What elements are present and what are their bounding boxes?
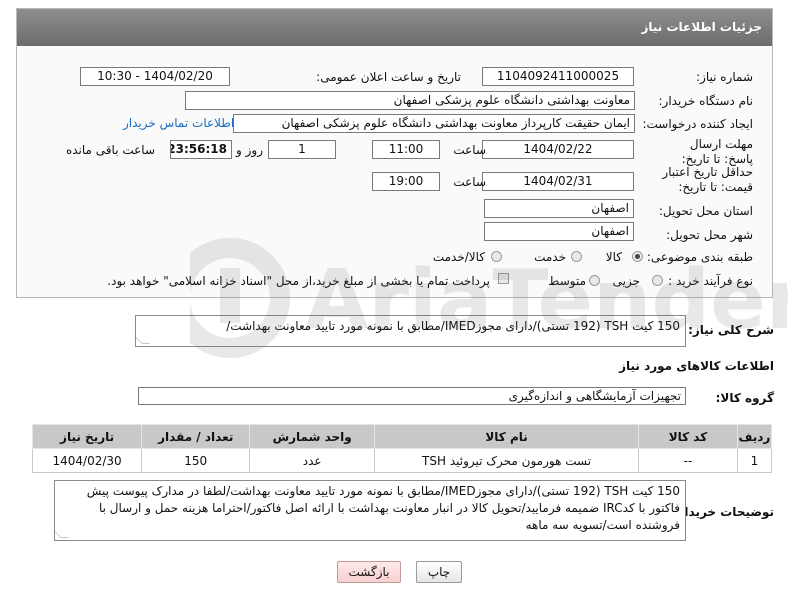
city-field: اصفهان: [484, 222, 634, 241]
process-label: نوع فرآیند خرید :: [668, 274, 753, 288]
cell-unit: عدد: [249, 448, 376, 473]
remaining-time-field: 23:56:18: [170, 140, 232, 159]
deadline-date-field: 1404/02/22: [482, 140, 634, 159]
col-name: نام کالا: [374, 424, 640, 449]
resize-grip[interactable]: [134, 336, 150, 344]
need-number-label: شماره نیاز:: [696, 70, 753, 84]
category-radio-goods[interactable]: [632, 251, 643, 262]
goods-group-field: تجهیزات آزمایشگاهی و اندازه‌گیری: [138, 387, 686, 405]
cell-name: تست هورمون محرک تیروئید TSH: [374, 448, 640, 473]
process-radio-minor[interactable]: [652, 275, 663, 286]
cell-code: --: [638, 448, 738, 473]
days-label: روز و: [236, 143, 263, 157]
city-label: شهر محل تحویل:: [666, 228, 753, 242]
col-qty: تعداد / مقدار: [141, 424, 251, 449]
summary-label: شرح کلی نیاز:: [688, 323, 774, 337]
price-validity-time-label: ساعت: [453, 175, 486, 189]
deadline-time-field: 11:00: [372, 140, 440, 159]
process-option-minor: جزیی: [612, 274, 640, 288]
table-row[interactable]: 1 -- تست هورمون محرک تیروئید TSH عدد 150…: [31, 448, 773, 473]
process-option-medium: متوسط: [548, 274, 586, 288]
category-radio-service[interactable]: [571, 251, 582, 262]
resize-grip[interactable]: [53, 530, 69, 538]
price-validity-label: حداقل تاریخ اعتبار قیمت: تا تاریخ:: [662, 165, 753, 194]
days-count-field: 1: [268, 140, 336, 159]
requester-field: ایمان حقیقت کارپرداز معاونت بهداشتی دانش…: [233, 114, 635, 133]
province-label: استان محل تحویل:: [658, 204, 753, 218]
buyer-notes-label: توضیحات خریدار:: [672, 505, 774, 519]
cell-date: 1404/02/30: [31, 448, 143, 473]
cell-row: 1: [736, 448, 773, 473]
goods-section-title: اطلاعات کالاهای مورد نیاز: [619, 359, 774, 373]
cell-qty: 150: [141, 448, 251, 473]
requester-label: ایجاد کننده درخواست:: [642, 117, 753, 131]
table-header-row: ردیف کد کالا نام کالا واحد شمارش تعداد /…: [31, 424, 773, 449]
category-label: طبقه بندی موضوعی:: [646, 250, 753, 264]
goods-group-label: گروه کالا:: [715, 391, 774, 405]
need-number-field: 1104092411000025: [482, 67, 634, 86]
summary-textarea[interactable]: 150 کیت TSH (192 تستی)/دارای مجوزIMED/مط…: [134, 315, 686, 347]
price-validity-time-field: 19:00: [372, 172, 440, 191]
buyer-notes-textarea[interactable]: 150 کیت TSH (192 تستی)/دارای مجوزIMED/مط…: [53, 480, 686, 541]
panel-header: جزئیات اطلاعات نیاز: [17, 9, 772, 46]
summary-text: 150 کیت TSH (192 تستی)/دارای مجوزIMED/مط…: [226, 319, 680, 333]
buyer-contact-link[interactable]: اطلاعات تماس خریدار: [123, 116, 234, 130]
buyer-notes-text: 150 کیت TSH (192 تستی)/دارای مجوزIMED/مط…: [86, 484, 680, 532]
goods-table: ردیف کد کالا نام کالا واحد شمارش تعداد /…: [31, 424, 773, 473]
col-unit: واحد شمارش: [249, 424, 376, 449]
category-radio-goods-service[interactable]: [491, 251, 502, 262]
category-option-goods: کالا: [605, 250, 622, 264]
print-button[interactable]: چاپ: [416, 561, 462, 583]
announce-field: 1404/02/20 - 10:30: [80, 67, 230, 86]
category-option-service: خدمت: [534, 250, 566, 264]
buyer-org-field: معاونت بهداشتی دانشگاه علوم پزشکی اصفهان: [185, 91, 635, 110]
col-code: کد کالا: [638, 424, 738, 449]
treasury-payment-note: پرداخت تمام یا بخشی از مبلغ خرید،از محل …: [107, 274, 490, 288]
price-validity-date-field: 1404/02/31: [482, 172, 634, 191]
category-option-goods-service: کالا/خدمت: [432, 250, 485, 264]
buyer-org-label: نام دستگاه خریدار:: [658, 94, 754, 108]
deadline-time-label: ساعت: [453, 143, 486, 157]
back-button[interactable]: بازگشت: [337, 561, 401, 583]
col-row: ردیف: [736, 424, 773, 449]
remaining-label: ساعت باقی مانده: [65, 143, 155, 157]
process-radio-medium[interactable]: [589, 275, 600, 286]
treasury-payment-checkbox[interactable]: [498, 273, 509, 284]
announce-label: تاریخ و ساعت اعلان عمومی:: [316, 70, 461, 84]
deadline-label: مهلت ارسال پاسخ: تا تاریخ:: [681, 137, 753, 166]
col-date: تاریخ نیاز: [31, 424, 143, 449]
province-field: اصفهان: [484, 199, 634, 218]
